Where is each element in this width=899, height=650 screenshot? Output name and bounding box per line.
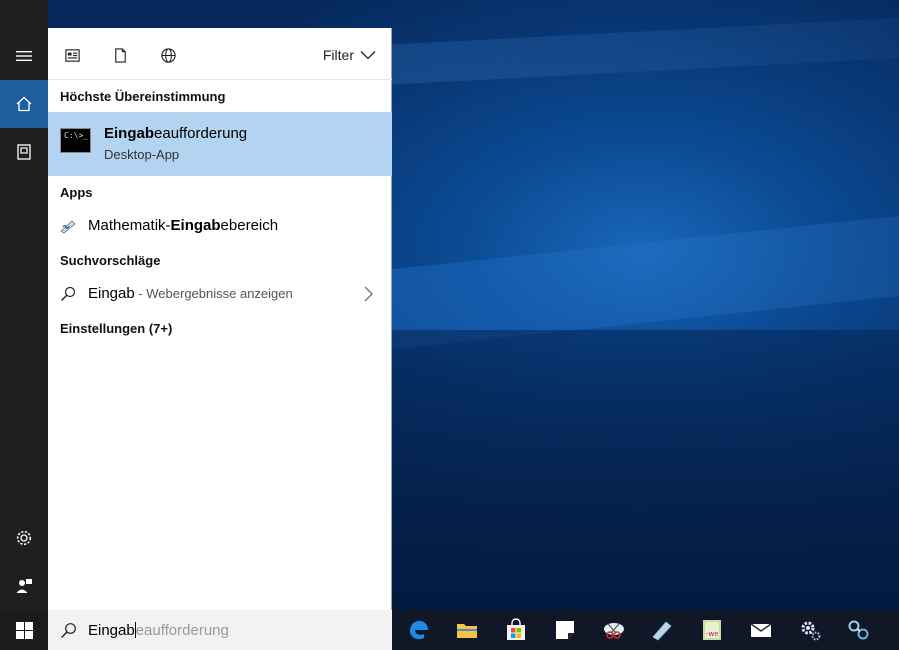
settings-icon — [801, 621, 821, 641]
snipping-tool-icon — [604, 623, 624, 639]
folder-icon — [457, 624, 477, 638]
file-explorer-taskbar-button[interactable] — [453, 616, 481, 644]
mail-taskbar-button[interactable] — [747, 616, 775, 644]
store-icon — [507, 618, 525, 640]
scope-web-button[interactable] — [159, 46, 177, 64]
best-match-heading: Höchste Übereinstimmung — [60, 89, 226, 104]
document-icon — [114, 47, 126, 63]
scope-documents-button[interactable] — [111, 46, 129, 64]
suggestion-label: Eingab - Webergebnisse anzeigen — [88, 285, 293, 302]
sticky-notes-taskbar-button[interactable] — [551, 616, 579, 644]
apps-scope-icon — [64, 48, 80, 62]
best-match-subtitle: Desktop-App — [104, 147, 180, 162]
hamburger-icon — [16, 51, 32, 61]
sticky-notes-icon — [556, 621, 574, 639]
menu-button[interactable] — [0, 32, 48, 80]
taskbar: Eingabeaufforderung -we — [0, 610, 899, 650]
search-icon — [61, 623, 76, 638]
filter-label: Filter — [322, 47, 354, 63]
feedback-icon — [16, 579, 32, 593]
network-icon — [848, 620, 869, 640]
filter-dropdown[interactable]: Filter — [323, 46, 376, 64]
gear-icon — [16, 530, 32, 546]
math-input-icon — [652, 621, 672, 641]
apps-heading: Apps — [60, 185, 93, 200]
settings-heading[interactable]: Einstellungen (7+) — [60, 321, 172, 336]
svg-text:-we: -we — [706, 630, 719, 638]
app-result-math-input[interactable]: Mathematik-Eingabebereich — [48, 209, 392, 243]
home-button[interactable] — [0, 80, 48, 128]
scope-apps-button[interactable] — [63, 46, 81, 64]
search-query-text[interactable]: Eingabeaufforderung — [88, 622, 229, 639]
globe-icon — [160, 47, 176, 63]
store-taskbar-button[interactable] — [502, 616, 530, 644]
taskbar-search-box[interactable]: Eingabeaufforderung — [48, 610, 392, 650]
network-taskbar-button[interactable] — [845, 616, 873, 644]
best-match-title: Eingabeaufforderung — [104, 125, 248, 142]
edge-taskbar-button[interactable] — [405, 616, 433, 644]
settings-button[interactable] — [0, 514, 48, 562]
edge-icon — [410, 620, 428, 640]
web-suggestion-row[interactable]: Eingab - Webergebnisse anzeigen — [48, 277, 392, 311]
notebook-icon — [17, 144, 31, 160]
app-result-label: Mathematik-Eingabebereich — [88, 217, 279, 234]
chevron-right-icon — [364, 286, 373, 302]
feedback-button[interactable] — [0, 562, 48, 610]
mail-icon — [750, 623, 772, 637]
notepad-icon: -we — [703, 620, 721, 640]
search-icon — [61, 286, 76, 301]
command-prompt-icon: C:\>_ — [60, 128, 91, 153]
home-icon — [16, 96, 32, 112]
settings-taskbar-button[interactable] — [796, 616, 824, 644]
start-rail — [0, 0, 48, 610]
chevron-down-icon — [360, 51, 376, 60]
notebook-button[interactable] — [0, 128, 48, 176]
math-input-icon — [60, 220, 76, 234]
search-scope-bar: Filter — [48, 28, 392, 80]
search-results-panel: Filter Höchste Übereinstimmung C:\>_ Ein… — [48, 28, 392, 610]
wallpaper-light-ray — [390, 15, 899, 85]
start-button[interactable] — [0, 610, 48, 650]
best-match-result[interactable]: C:\>_ Eingabeaufforderung Desktop-App — [48, 112, 392, 176]
windows-logo-icon — [15, 621, 33, 639]
wallpaper-light-ray — [390, 210, 899, 350]
notepad-taskbar-button[interactable]: -we — [698, 616, 726, 644]
suggestions-heading: Suchvorschläge — [60, 253, 161, 268]
wallpaper-shadow — [390, 330, 899, 610]
math-input-taskbar-button[interactable] — [648, 616, 676, 644]
snipping-tool-taskbar-button[interactable] — [600, 616, 628, 644]
